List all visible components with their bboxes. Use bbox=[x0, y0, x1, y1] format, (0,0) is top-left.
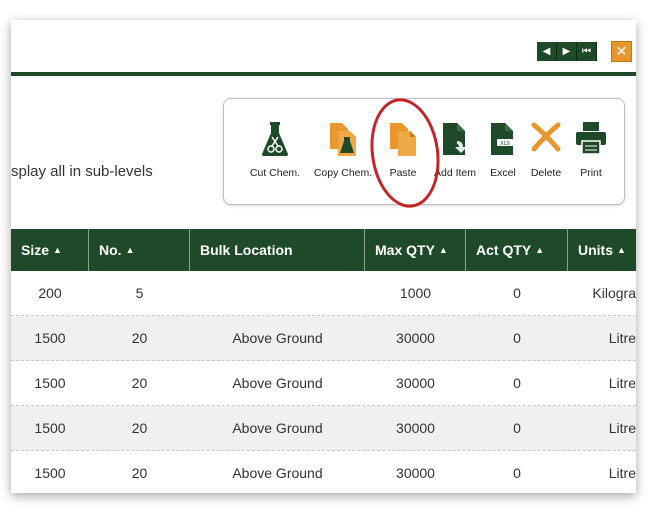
cell-size: 1500 bbox=[34, 330, 66, 346]
excel-button[interactable]: XLS Excel bbox=[484, 99, 522, 204]
sort-arrow-icon: ▲ bbox=[535, 245, 545, 255]
cell-size: 200 bbox=[38, 285, 62, 301]
excel-label: Excel bbox=[490, 167, 516, 179]
cell-no: 20 bbox=[131, 375, 148, 391]
cell-max-qty: 30000 bbox=[396, 330, 435, 346]
column-header-max-qty[interactable]: Max QTY ▲ bbox=[365, 229, 466, 271]
cell-bulk-location bbox=[190, 271, 365, 315]
sort-arrow-icon: ▲ bbox=[53, 245, 62, 255]
cell-units: Litre bbox=[608, 330, 636, 346]
delete-label: Delete bbox=[530, 167, 562, 179]
close-button[interactable]: ✕ bbox=[611, 41, 632, 62]
cell-max-qty: 30000 bbox=[396, 375, 435, 391]
cell-max-qty: 1000 bbox=[399, 285, 432, 301]
sort-arrow-icon: ▲ bbox=[125, 245, 135, 255]
table-row[interactable]: 1500 20 Above Ground 30000 0 Litre bbox=[11, 406, 636, 451]
cell-size: 1500 bbox=[34, 420, 66, 436]
copy-chem-button[interactable]: Copy Chem. bbox=[310, 99, 376, 204]
arrow-left-icon: ◀ bbox=[542, 46, 551, 57]
cell-bulk-location: Above Ground bbox=[232, 465, 323, 481]
table-row[interactable]: 200 5 1000 0 Kilogra bbox=[11, 271, 636, 316]
close-icon: ✕ bbox=[615, 43, 628, 60]
table-row[interactable]: 1500 20 Above Ground 30000 0 Litre bbox=[11, 451, 636, 493]
cell-bulk-location: Above Ground bbox=[232, 330, 323, 346]
cell-size: 1500 bbox=[34, 465, 66, 481]
cell-units: Litre bbox=[608, 465, 636, 481]
excel-document-icon: XLS bbox=[491, 123, 513, 155]
table-row[interactable]: 1500 20 Above Ground 30000 0 Litre bbox=[11, 316, 636, 361]
column-header-act-qty[interactable]: Act QTY ▲ bbox=[466, 229, 568, 271]
column-header-no[interactable]: No. ▲ bbox=[89, 229, 190, 271]
column-header-units[interactable]: Units ▲ bbox=[568, 229, 636, 271]
add-document-icon bbox=[443, 123, 467, 155]
column-header-size[interactable]: Size ▲ bbox=[11, 229, 89, 271]
next-page-button[interactable]: ▶ bbox=[557, 42, 577, 61]
table-header: Size ▲ No. ▲ Bulk Location Max QTY ▲ Act QT… bbox=[11, 229, 636, 271]
cell-no: 20 bbox=[131, 465, 148, 481]
cell-act-qty: 0 bbox=[513, 465, 521, 481]
dialog-panel: ◀ ▶ ⏮ ✕ splay all in sub-levels Cut Chem… bbox=[11, 20, 636, 493]
flask-scissors-icon bbox=[262, 122, 288, 156]
pager-nav: ◀ ▶ ⏮ bbox=[537, 42, 597, 61]
first-page-button[interactable]: ⏮ bbox=[577, 42, 597, 61]
cell-no: 20 bbox=[131, 420, 148, 436]
arrow-right-icon: ▶ bbox=[562, 46, 571, 57]
copy-flask-icon bbox=[330, 123, 356, 156]
cell-units: Litre bbox=[608, 375, 636, 391]
skip-start-icon: ⏮ bbox=[582, 46, 591, 57]
header-divider bbox=[11, 72, 636, 76]
delete-x-icon bbox=[531, 122, 561, 152]
cell-max-qty: 30000 bbox=[396, 465, 435, 481]
prev-page-button[interactable]: ◀ bbox=[537, 42, 557, 61]
column-header-bulk-location[interactable]: Bulk Location bbox=[190, 229, 365, 271]
cell-act-qty: 0 bbox=[513, 330, 521, 346]
cell-bulk-location: Above Ground bbox=[232, 375, 323, 391]
print-label: Print bbox=[580, 167, 602, 179]
copy-chem-label: Copy Chem. bbox=[313, 167, 373, 179]
cell-max-qty: 30000 bbox=[396, 420, 435, 436]
svg-text:XLS: XLS bbox=[500, 141, 509, 147]
printer-icon bbox=[576, 122, 606, 155]
cell-units: Litre bbox=[608, 420, 636, 436]
cell-bulk-location: Above Ground bbox=[232, 420, 323, 436]
sort-arrow-icon: ▲ bbox=[438, 245, 448, 255]
cell-no: 20 bbox=[131, 330, 148, 346]
sort-arrow-icon: ▲ bbox=[617, 245, 626, 255]
cut-chem-label: Cut Chem. bbox=[249, 167, 301, 179]
cell-size: 1500 bbox=[34, 375, 66, 391]
cell-units: Kilogra bbox=[592, 285, 636, 301]
cell-act-qty: 0 bbox=[513, 420, 521, 436]
print-button[interactable]: Print bbox=[570, 99, 612, 204]
inventory-table: Size ▲ No. ▲ Bulk Location Max QTY ▲ Act QT… bbox=[11, 229, 636, 493]
cell-no: 5 bbox=[135, 285, 144, 301]
table-row[interactable]: 1500 20 Above Ground 30000 0 Litre bbox=[11, 361, 636, 406]
delete-button[interactable]: Delete bbox=[524, 99, 568, 204]
display-sublevels-label: splay all in sub-levels bbox=[11, 163, 153, 180]
cell-act-qty: 0 bbox=[513, 375, 521, 391]
cell-act-qty: 0 bbox=[513, 285, 521, 301]
cut-chem-button[interactable]: Cut Chem. bbox=[242, 99, 308, 204]
